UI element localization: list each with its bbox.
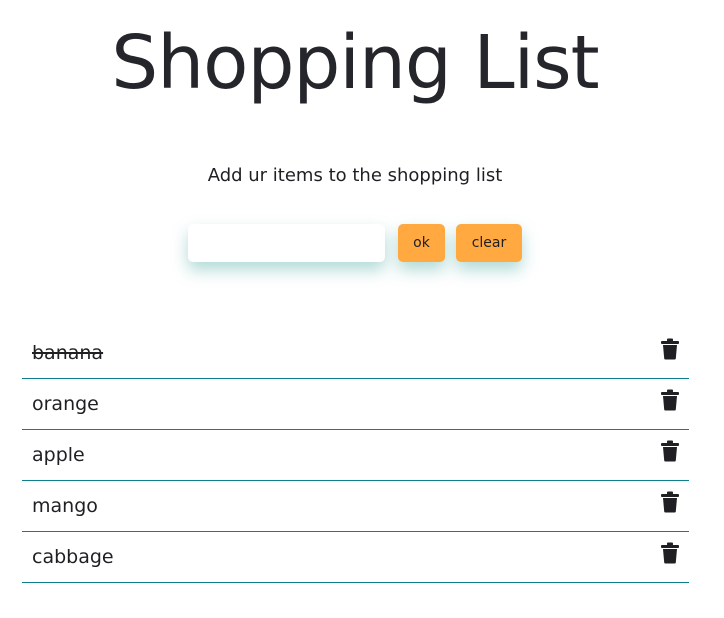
trash-icon[interactable] <box>660 338 680 360</box>
item-label[interactable]: mango <box>32 493 98 519</box>
item-label[interactable]: orange <box>32 391 99 417</box>
item-input[interactable] <box>188 224 385 262</box>
ok-button[interactable]: ok <box>398 224 445 262</box>
page-title: Shopping List <box>111 20 599 106</box>
item-label[interactable]: apple <box>32 442 85 468</box>
clear-button[interactable]: clear <box>456 224 522 262</box>
list-item: orange <box>22 379 689 430</box>
add-item-form: ok clear <box>188 224 528 264</box>
trash-icon[interactable] <box>660 440 680 462</box>
list-item: cabbage <box>22 532 689 583</box>
trash-icon[interactable] <box>660 389 680 411</box>
list-item: apple <box>22 430 689 481</box>
trash-icon[interactable] <box>660 491 680 513</box>
page-subtitle: Add ur items to the shopping list <box>207 165 503 186</box>
item-label[interactable]: banana <box>32 340 103 366</box>
list-item: mango <box>22 481 689 532</box>
trash-icon[interactable] <box>660 542 680 564</box>
shopping-list: banana orange apple mango cabbage <box>22 328 689 583</box>
item-label[interactable]: cabbage <box>32 544 114 570</box>
list-item: banana <box>22 328 689 379</box>
